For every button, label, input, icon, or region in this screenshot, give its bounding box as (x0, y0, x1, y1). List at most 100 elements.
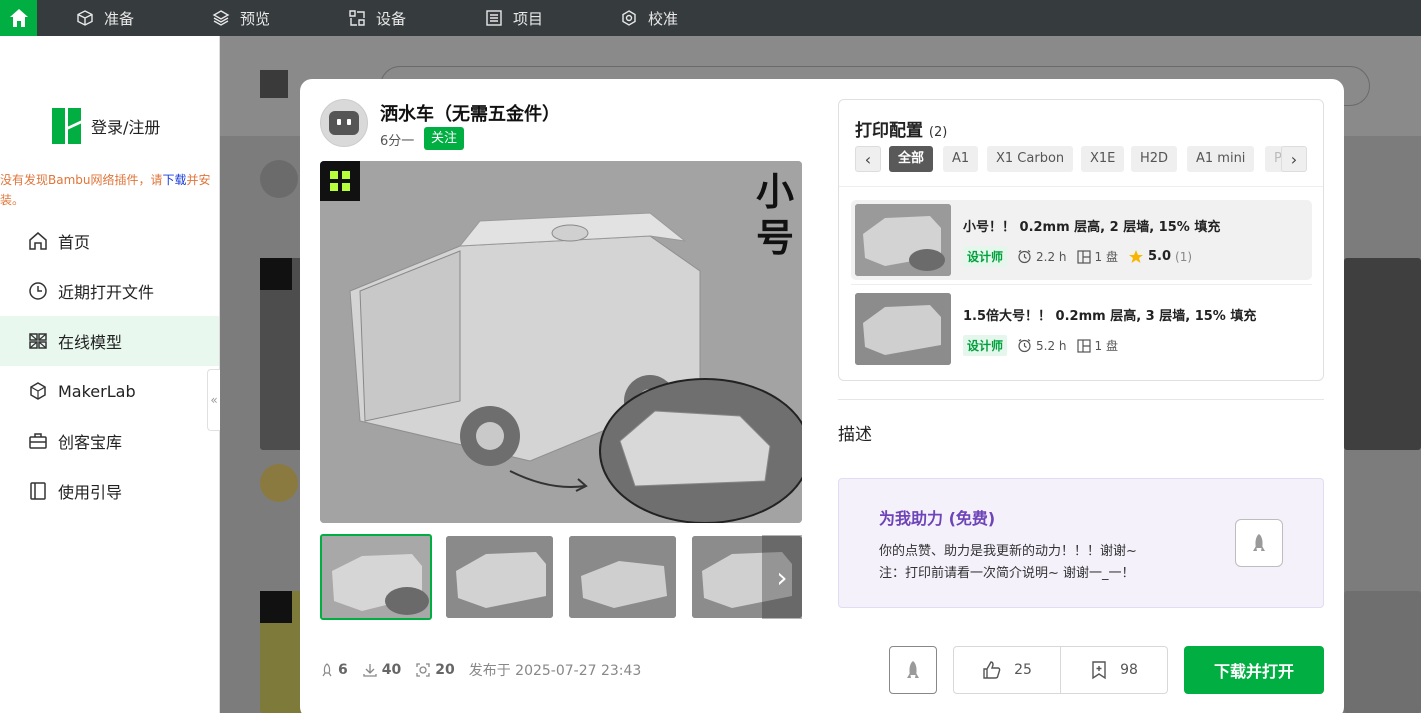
tab-a1-mini[interactable]: A1 mini (1187, 146, 1255, 172)
model-main-image[interactable]: 小号 (320, 161, 802, 523)
rocket-icon (1253, 534, 1265, 551)
download-plugin-link[interactable]: 下载 (163, 173, 187, 187)
sidebar-collapse-button[interactable]: « (207, 369, 220, 431)
profile-name: 1.5倍大号！！ 0.2mm 层高, 3 层墙, 15% 填充 (963, 309, 1257, 324)
sidebar-item-label: 近期打开文件 (58, 283, 155, 302)
collect-button[interactable]: 98 (1060, 647, 1167, 693)
tab-h2d[interactable]: H2D (1131, 146, 1178, 172)
thumbnail-image (569, 536, 676, 618)
like-button[interactable]: 25 (954, 647, 1060, 693)
like-collect-group: 25 98 (953, 646, 1168, 694)
boost-button[interactable] (1235, 519, 1283, 567)
print-time-value: 2.2 h (1036, 249, 1067, 264)
print-time: 5.2 h (1017, 338, 1067, 353)
tab-x1e[interactable]: X1E (1081, 146, 1125, 172)
author-avatar[interactable] (320, 99, 368, 147)
background-card-badge (260, 258, 292, 290)
tab-a1[interactable]: A1 (943, 146, 979, 172)
background-avatar (260, 464, 298, 502)
nav-tab-label: 校准 (648, 9, 679, 28)
plate-count-value: 1 盘 (1094, 250, 1118, 264)
tab-all[interactable]: 全部 (889, 146, 934, 172)
sidebar-item-online-models[interactable]: 在线模型 (0, 316, 219, 366)
designer-badge: 设计师 (963, 246, 1008, 267)
background-model-card (1344, 258, 1421, 450)
model-title: 洒水车（无需五金件） (380, 104, 560, 125)
boost-title: 为我助力 (免费) (879, 509, 996, 528)
divider (839, 186, 1323, 187)
plate-count: 1 盘 (1076, 337, 1118, 354)
device-icon (349, 10, 365, 26)
tab-x1-carbon[interactable]: X1 Carbon (987, 146, 1074, 172)
nav-tab-device[interactable]: 设备 (348, 0, 406, 36)
download-stat: 40 (362, 662, 401, 678)
follow-button[interactable]: 关注 (424, 127, 465, 150)
project-icon (486, 10, 502, 26)
nav-tab-preview[interactable]: 预览 (212, 0, 270, 36)
chevron-right-icon: › (776, 560, 788, 594)
model-stats: 6 40 20 发布于 2025-07-27 23:43 (320, 660, 641, 680)
plate-count: 1 盘 (1076, 248, 1118, 265)
sidebar-item-makerlab[interactable]: MakerLab (0, 366, 219, 416)
boost-count: 6 (338, 662, 348, 678)
bambu-logo (52, 108, 81, 144)
plugin-warning: 没有发现Bambu网络插件，请下载并安装。 (0, 170, 218, 210)
boost-action-button[interactable] (889, 646, 937, 694)
print-time: 2.2 h (1017, 249, 1067, 264)
thumbnail-next-button[interactable]: › (762, 535, 802, 619)
cube-icon (77, 10, 93, 26)
tabs-prev-button[interactable]: ‹ (855, 146, 881, 172)
clock-icon (1018, 250, 1031, 264)
gear-icon (622, 10, 636, 26)
printer-tabs: ‹ 全部 A1 X1 Carbon X1E H2D A1 mini P › (855, 146, 1307, 174)
robot-avatar-icon (329, 111, 359, 135)
print-config-panel: 打印配置 (2) ‹ 全部 A1 X1 Carbon X1E H2D A1 mi… (838, 99, 1324, 381)
book-icon (30, 482, 46, 500)
top-nav-bar: 准备 预览 设备 项目 校准 (0, 0, 1421, 36)
background-model-card (1344, 591, 1421, 713)
login-register-link[interactable]: 登录/注册 (52, 108, 160, 144)
thumbnail-1[interactable] (320, 534, 432, 620)
thumbnail-image (322, 536, 430, 618)
print-profile-item[interactable]: 小号！！ 0.2mm 层高, 2 层墙, 15% 填充 设计师 2.2 h 1 … (851, 200, 1312, 280)
print-config-title: 打印配置 (2) (855, 116, 947, 141)
tabs-next-button[interactable]: › (1281, 146, 1307, 172)
sidebar-item-label: 在线模型 (58, 333, 123, 352)
print-config-title-text: 打印配置 (855, 121, 923, 141)
collect-count: 98 (1120, 662, 1138, 678)
bookmark-icon (1092, 661, 1106, 680)
boost-message-line: 你的点赞、助力是我更新的动力！！！谢谢~ (879, 544, 1137, 559)
nav-tab-label: 预览 (240, 9, 271, 28)
boost-stat: 6 (320, 662, 348, 678)
thumbnail-3[interactable] (569, 536, 676, 618)
thumbs-up-icon (983, 661, 1001, 679)
print-icon (416, 663, 430, 677)
sidebar: 登录/注册 没有发现Bambu网络插件，请下载并安装。 首页 近期打开文件 在线… (0, 36, 220, 713)
home-tab-button[interactable] (0, 0, 37, 36)
collapse-icon: « (210, 393, 218, 407)
rating: 5.0 (1) (1128, 249, 1192, 265)
publish-date: 发布于 2025-07-27 23:43 (468, 663, 642, 679)
sidebar-item-label: 首页 (58, 233, 91, 252)
nav-tab-project[interactable]: 项目 (485, 0, 543, 36)
description-heading: 描述 (838, 425, 872, 445)
author-name[interactable]: 6分一 (380, 130, 414, 149)
home-icon (9, 9, 28, 27)
nav-tab-calibrate[interactable]: 校准 (620, 0, 678, 36)
sidebar-item-guide[interactable]: 使用引导 (0, 466, 219, 516)
print-profile-item[interactable]: 1.5倍大号！！ 0.2mm 层高, 3 层墙, 15% 填充 设计师 5.2 … (851, 289, 1312, 369)
sidebar-item-home[interactable]: 首页 (0, 216, 219, 266)
layers-icon (212, 10, 230, 26)
print-config-count: (2) (928, 125, 948, 140)
sidebar-item-toolbox[interactable]: 创客宝库 (0, 416, 219, 466)
boost-message: 你的点赞、助力是我更新的动力！！！谢谢~ 注：打印前请看一次简介说明~ 谢谢一_… (879, 541, 1137, 585)
rocket-icon (322, 663, 332, 677)
sidebar-item-recent[interactable]: 近期打开文件 (0, 266, 219, 316)
download-and-open-button[interactable]: 下载并打开 (1184, 646, 1324, 694)
boost-panel: 为我助力 (免费) 你的点赞、助力是我更新的动力！！！谢谢~ 注：打印前请看一次… (838, 478, 1324, 608)
background-avatar (260, 160, 298, 198)
nav-tab-prepare[interactable]: 准备 (76, 0, 134, 36)
profile-thumbnail (855, 293, 951, 365)
makerworld-badge-icon (320, 161, 360, 201)
thumbnail-2[interactable] (446, 536, 553, 618)
